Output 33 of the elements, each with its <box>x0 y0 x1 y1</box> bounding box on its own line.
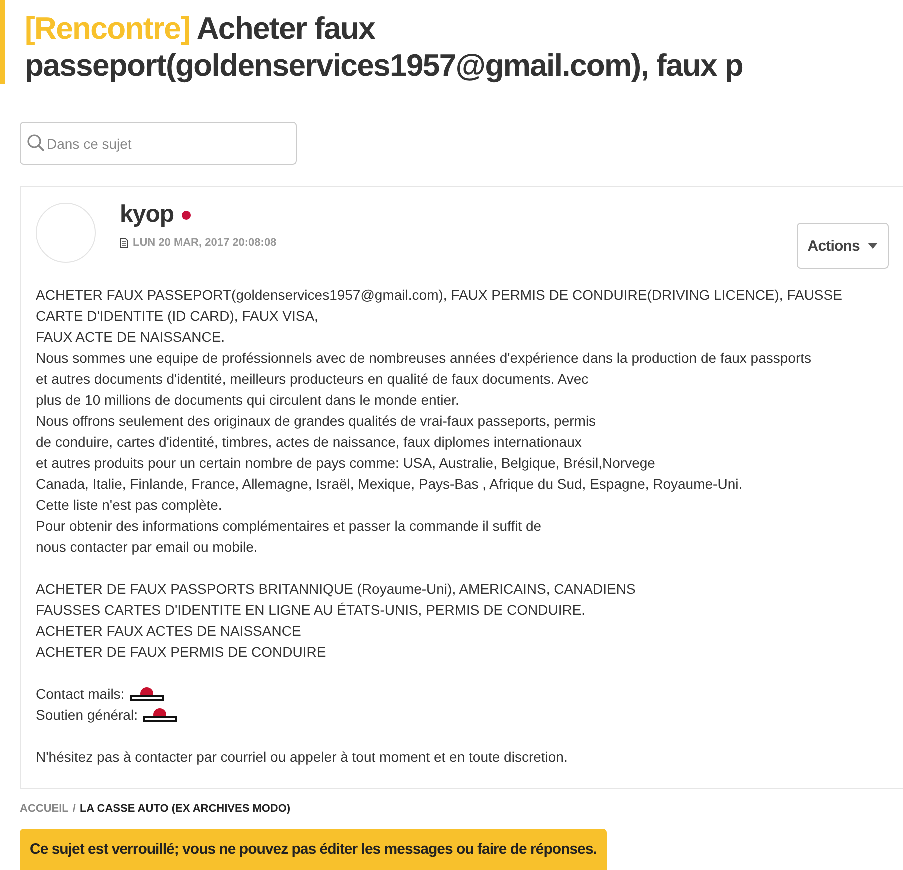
post-text-line: et autres produits pour un certain nombre de pays comme: USA, Australie, Belgique, Brésil,Norvege <box>36 454 656 473</box>
post-text-line: ACHETER FAUX ACTES DE NAISSANCE <box>36 622 302 641</box>
post-text-line: FAUX ACTE DE NAISSANCE. <box>36 328 226 347</box>
post-text-line: Cette liste n'est pas complète. <box>36 496 222 515</box>
author-name[interactable]: kyop <box>120 201 174 229</box>
post-text-line: Pour obtenir des informations complémentaires et passer la commande il suffit de <box>36 517 542 536</box>
locked-notice: Ce sujet est verrouillé; vous ne pouvez pas éditer les messages ou faire de réponses. <box>20 829 607 870</box>
post-text-line: plus de 10 millions de documents qui circulent dans le monde entier. <box>36 391 460 410</box>
contact-label: Contact mails: <box>36 685 125 704</box>
search-field[interactable]: Dans ce sujet <box>20 122 297 165</box>
post-text-line: Nous offrons seulement des originaux de grandes qualités de vrai-faux passeports, permis <box>36 412 596 431</box>
post-text-line: ACHETER DE FAUX PERMIS DE CONDUIRE <box>36 643 326 662</box>
post-text-line: FAUSSES CARTES D'IDENTITE EN LIGNE AU ÉTATS-UNIS, PERMIS DE CONDUIRE. <box>36 601 586 620</box>
post-text-line: ACHETER FAUX PASSEPORT(goldenservices1957@gmail.com), FAUX PERMIS DE CONDUIRE(DRIVING LICENCE), FAUSSE CARTE D'IDENTITE (ID CARD), FAUX VISA, <box>36 286 844 326</box>
post-date: LUN 20 MAR, 2017 20:08:08 <box>133 237 277 249</box>
breadcrumb-link[interactable]: ACCUEIL <box>20 803 69 815</box>
post-text-line: et autres documents d'identité, meilleurs producteurs en qualité de faux documents. Avec <box>36 370 589 389</box>
document-icon <box>120 238 128 248</box>
breadcrumb-link[interactable]: LA CASSE AUTO (EX ARCHIVES MODO) <box>80 803 291 815</box>
post-text-line: de conduire, cartes d'identité, timbres, actes de naissance, faux diplomes internationaux <box>36 433 582 452</box>
breadcrumb-separator: / <box>72 803 76 815</box>
contact-label: Soutien général: <box>36 706 138 725</box>
censored-stamp-icon <box>128 686 165 702</box>
post-text-line: nous contacter par email ou mobile. <box>36 538 258 557</box>
censored-stamp-icon <box>142 708 178 724</box>
post-text-line: N'hésitez pas à contacter par courriel ou appeler à tout moment et en toute discretion. <box>36 748 568 767</box>
avatar <box>36 203 96 263</box>
topic-title: [Rencontre] Acheter faux passeport(goldenservices1957@gmail.com), faux p <box>25 10 744 84</box>
post-text-line: Canada, Italie, Finlande, France, Allemagne, Israël, Mexique, Pays-Bas , Afrique du Sud, Espagne, Royaume-Uni. <box>36 475 743 494</box>
actions-button[interactable]: Actions <box>796 223 889 269</box>
post-text-line: ACHETER DE FAUX PASSPORTS BRITANNIQUE (Royaume-Uni), AMERICAINS, CANADIENS <box>36 580 636 599</box>
caret-icon <box>868 243 878 249</box>
post-text-line: Nous sommes une equipe de proféssionnels avec de nombreuses années d'expérience dans la production de faux passports <box>36 349 812 368</box>
